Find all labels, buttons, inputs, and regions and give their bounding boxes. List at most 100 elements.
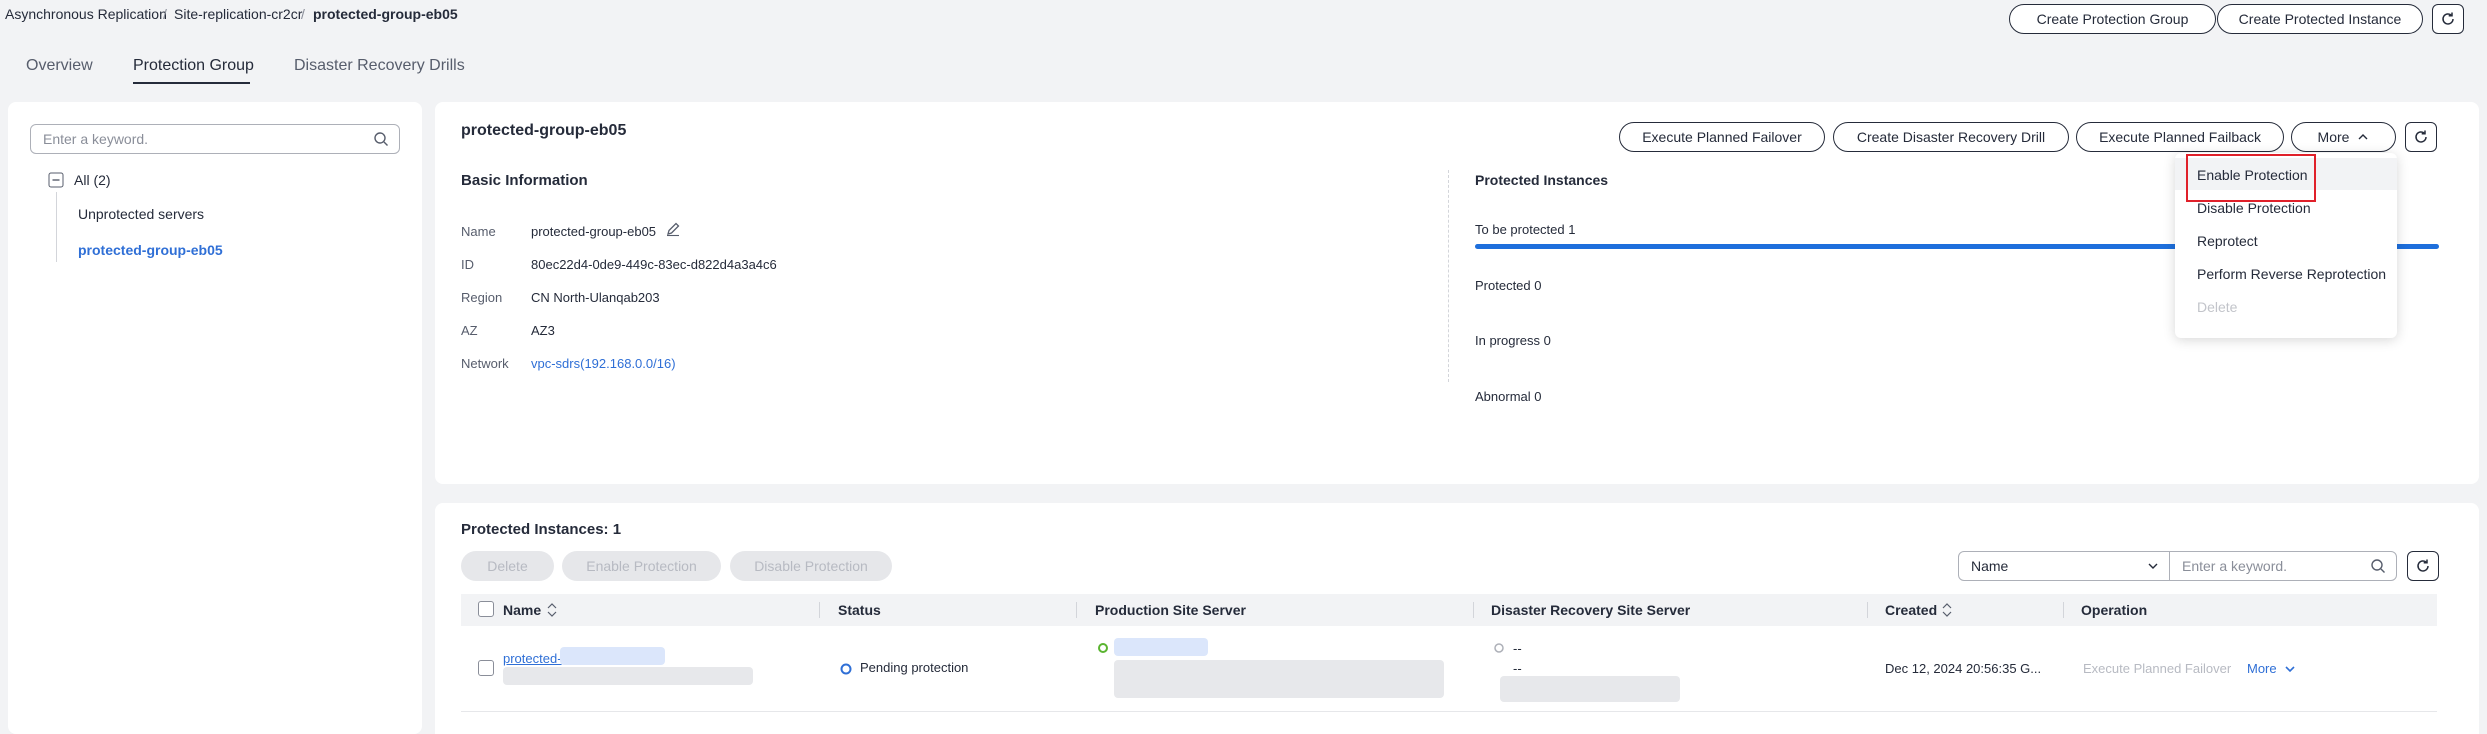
column-header-dr-server: Disaster Recovery Site Server xyxy=(1491,602,1691,618)
field-label-network: Network xyxy=(461,356,509,371)
sort-icon[interactable] xyxy=(546,603,558,617)
redacted-dr-details xyxy=(1500,676,1680,702)
stat-in-progress: In progress 0 xyxy=(1475,333,1551,348)
chevron-down-icon xyxy=(2148,563,2158,569)
field-label-region: Region xyxy=(461,290,503,305)
dr-server-name: -- xyxy=(1513,641,1522,656)
field-value-name: protected-group-eb05 xyxy=(531,224,657,239)
basic-information-title: Basic Information xyxy=(461,172,588,189)
group-search-input[interactable] xyxy=(31,125,399,153)
column-divider xyxy=(1076,602,1077,618)
chevron-up-icon xyxy=(2358,134,2368,140)
column-divider xyxy=(819,602,820,618)
row-execute-planned-failover: Execute Planned Failover xyxy=(2083,661,2232,676)
menu-item-enable-protection[interactable]: Enable Protection xyxy=(2197,167,2308,183)
field-value-az: AZ3 xyxy=(531,323,555,338)
column-header-operation: Operation xyxy=(2081,602,2148,618)
redacted-production-server-details xyxy=(1114,660,1444,698)
tab-protection-group[interactable]: Protection Group xyxy=(133,57,254,75)
row-checkbox[interactable] xyxy=(478,660,494,676)
column-header-created[interactable]: Created xyxy=(1885,602,1937,618)
breadcrumb-item[interactable]: Asynchronous Replication xyxy=(5,6,167,22)
field-value-region: CN North-Ulanqab203 xyxy=(531,290,660,305)
pending-status-icon xyxy=(840,663,852,675)
filter-field-value: Name xyxy=(1971,558,2009,574)
chevron-down-icon[interactable] xyxy=(2284,663,2296,675)
field-label-name: Name xyxy=(461,224,496,239)
refresh-button[interactable] xyxy=(2432,4,2464,34)
column-divider xyxy=(1473,602,1474,618)
stat-protected: Protected 0 xyxy=(1475,278,1542,293)
tree-item-protected-group[interactable]: protected-group-eb05 xyxy=(78,242,223,258)
running-status-icon xyxy=(1098,643,1108,653)
field-label-id: ID xyxy=(461,257,474,272)
more-actions-button[interactable]: More xyxy=(2291,122,2396,152)
execute-planned-failback-button[interactable]: Execute Planned Failback xyxy=(2076,122,2284,152)
network-link[interactable]: vpc-sdrs(192.168.0.0/16) xyxy=(531,356,676,371)
created-time: Dec 12, 2024 20:56:35 G... xyxy=(1885,661,2042,676)
breadcrumb-separator: / xyxy=(163,6,167,22)
protected-instances-section-title: Protected Instances xyxy=(1475,172,1609,188)
active-tab-indicator xyxy=(133,82,250,84)
menu-item-reprotect[interactable]: Reprotect xyxy=(2197,233,2258,249)
menu-item-delete: Delete xyxy=(2197,299,2238,315)
refresh-list-button[interactable] xyxy=(2407,551,2439,581)
execute-planned-failover-button[interactable]: Execute Planned Failover xyxy=(1619,122,1825,152)
select-all-checkbox[interactable] xyxy=(478,601,494,617)
sort-icon[interactable] xyxy=(1941,603,1953,617)
field-value-id: 80ec22d4-0de9-449c-83ec-d822d4a3a4c6 xyxy=(531,257,777,272)
enable-protection-button: Enable Protection xyxy=(562,551,721,581)
tab-overview[interactable]: Overview xyxy=(26,57,93,75)
tab-disaster-recovery-drills[interactable]: Disaster Recovery Drills xyxy=(294,57,465,75)
instance-search-input[interactable] xyxy=(2170,552,2396,580)
section-divider xyxy=(1448,170,1449,382)
create-protected-instance-button[interactable]: Create Protected Instance xyxy=(2217,4,2423,34)
collapse-icon[interactable] xyxy=(48,172,64,188)
edit-icon[interactable] xyxy=(665,221,681,237)
create-dr-drill-button[interactable]: Create Disaster Recovery Drill xyxy=(1833,122,2069,152)
refresh-icon xyxy=(2417,559,2429,572)
disable-protection-button: Disable Protection xyxy=(730,551,892,581)
group-detail-card: protected-group-eb05 Execute Planned Fai… xyxy=(435,102,2479,484)
group-tree-panel: All (2) Unprotected servers protected-gr… xyxy=(8,102,422,734)
status-text: Pending protection xyxy=(860,660,969,675)
group-title: protected-group-eb05 xyxy=(461,122,627,139)
more-actions-menu: Enable Protection Disable Protection Rep… xyxy=(2175,153,2397,338)
create-protection-group-button[interactable]: Create Protection Group xyxy=(2009,4,2216,34)
redacted-name xyxy=(560,647,665,665)
redacted-production-server-name xyxy=(1114,638,1208,656)
group-search[interactable] xyxy=(30,124,400,154)
column-header-name[interactable]: Name xyxy=(503,602,541,618)
search-icon[interactable] xyxy=(2370,558,2386,574)
menu-item-reverse-reprotection[interactable]: Perform Reverse Reprotection xyxy=(2197,266,2386,282)
page-header: Asynchronous Replication / Site-replicat… xyxy=(0,0,2487,92)
dr-status-icon xyxy=(1494,643,1504,653)
stat-abnormal: Abnormal 0 xyxy=(1475,389,1542,404)
column-divider xyxy=(1867,602,1868,618)
instance-search[interactable] xyxy=(2169,551,2397,581)
column-header-status: Status xyxy=(838,602,881,618)
tree-root-label[interactable]: All (2) xyxy=(74,172,111,188)
more-actions-label: More xyxy=(2317,129,2350,145)
delete-button: Delete xyxy=(461,551,554,581)
refresh-detail-button[interactable] xyxy=(2405,122,2437,152)
dr-server-id: -- xyxy=(1513,661,1522,676)
instances-count-title: Protected Instances: 1 xyxy=(461,521,622,538)
breadcrumb-current: protected-group-eb05 xyxy=(313,6,458,22)
filter-field-select[interactable]: Name xyxy=(1958,551,2170,581)
instance-name-link[interactable]: protected- xyxy=(503,651,562,666)
breadcrumb-item[interactable]: Site-replication-cr2cr xyxy=(174,6,302,22)
field-label-az: AZ xyxy=(461,323,478,338)
tree-guide-line xyxy=(56,192,57,262)
column-divider xyxy=(2063,602,2064,618)
tree-item-unprotected-servers[interactable]: Unprotected servers xyxy=(78,206,204,222)
column-header-production-server: Production Site Server xyxy=(1095,602,1246,618)
refresh-icon xyxy=(2415,130,2427,143)
row-more-link[interactable]: More xyxy=(2247,661,2277,676)
stat-to-be-protected: To be protected 1 xyxy=(1475,222,1576,237)
breadcrumb-separator: / xyxy=(301,6,305,22)
refresh-icon xyxy=(2442,12,2454,25)
menu-item-disable-protection[interactable]: Disable Protection xyxy=(2197,200,2311,216)
redacted-id xyxy=(503,667,753,685)
search-icon[interactable] xyxy=(373,131,389,147)
